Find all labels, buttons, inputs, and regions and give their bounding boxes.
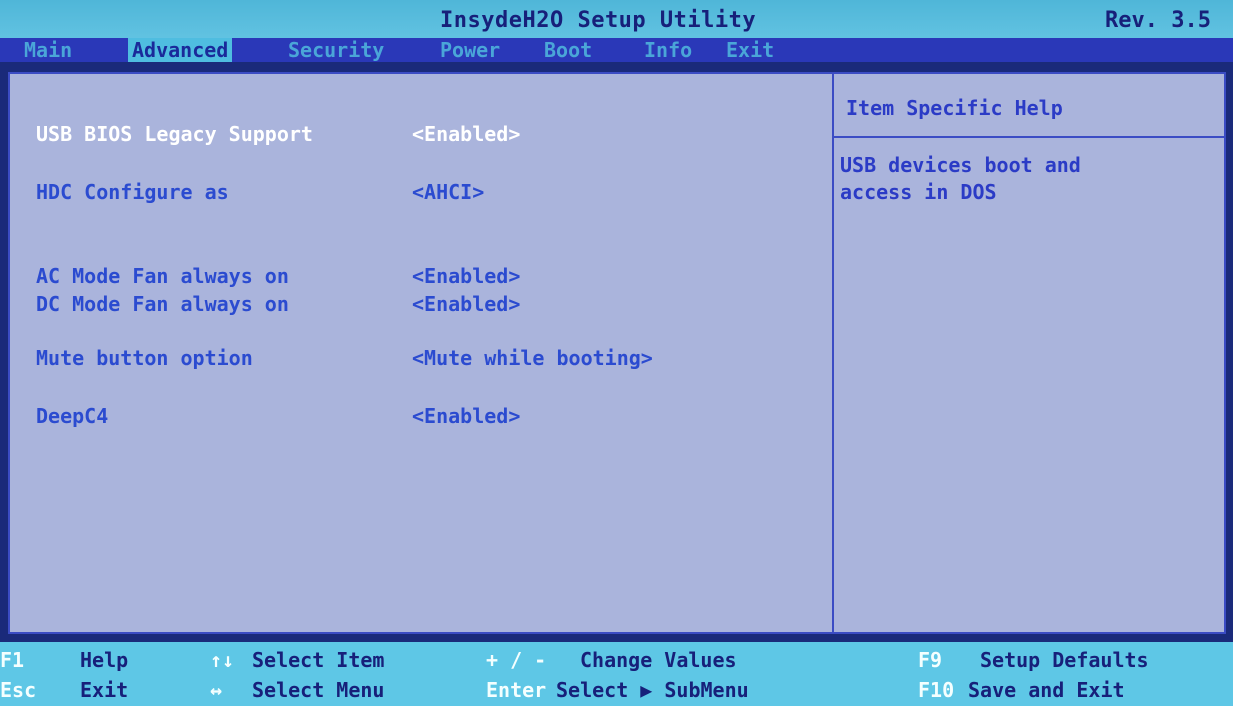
help-line: USB devices boot and <box>840 153 1081 177</box>
setting-value[interactable]: <AHCI> <box>412 180 484 204</box>
setting-dc-mode-fan[interactable]: DC Mode Fan always on <Enabled> <box>36 292 816 320</box>
enter-desc: Select ▶ SubMenu <box>556 678 749 702</box>
f1-key: F1 <box>0 648 25 672</box>
setting-ac-mode-fan[interactable]: AC Mode Fan always on <Enabled> <box>36 264 816 292</box>
setting-value[interactable]: <Enabled> <box>412 292 520 316</box>
tab-power[interactable]: Power <box>436 38 504 62</box>
tab-boot[interactable]: Boot <box>540 38 596 62</box>
tab-main[interactable]: Main <box>20 38 76 62</box>
app-title: InsydeH2O Setup Utility <box>440 8 757 33</box>
enter-key: Enter <box>486 678 547 702</box>
f9-desc: Setup Defaults <box>980 648 1149 672</box>
updown-arrows-icon: ↑↓ <box>210 648 235 672</box>
setting-label: USB BIOS Legacy Support <box>36 122 313 146</box>
f1-desc: Help <box>80 648 129 672</box>
setting-label: AC Mode Fan always on <box>36 264 289 288</box>
f9-key: F9 <box>918 648 943 672</box>
revision-label: Rev. 3.5 <box>1105 8 1211 33</box>
plusminus-desc: Change Values <box>580 648 737 672</box>
settings-list: USB BIOS Legacy Support <Enabled> HDC Co… <box>10 74 834 632</box>
esc-key: Esc <box>0 678 37 702</box>
leftright-desc: Select Menu <box>252 678 385 702</box>
f10-desc: Save and Exit <box>968 678 1125 702</box>
setting-value[interactable]: <Mute while booting> <box>412 346 653 370</box>
setting-label: Mute button option <box>36 346 253 370</box>
help-title: Item Specific Help <box>846 96 1063 120</box>
tab-info[interactable]: Info <box>640 38 696 62</box>
title-bar: InsydeH2O Setup Utility Rev. 3.5 <box>0 0 1233 40</box>
help-line: access in DOS <box>840 180 997 204</box>
setting-value[interactable]: <Enabled> <box>412 264 520 288</box>
help-header: Item Specific Help <box>834 74 1224 138</box>
f10-key: F10 <box>918 678 955 702</box>
setting-value[interactable]: <Enabled> <box>412 122 520 146</box>
settings-panel: USB BIOS Legacy Support <Enabled> HDC Co… <box>8 72 1226 634</box>
setting-value[interactable]: <Enabled> <box>412 404 520 428</box>
tab-security[interactable]: Security <box>284 38 388 62</box>
key-legend-footer: F1 Help Esc Exit ↑↓ Select Item ↔ Select… <box>0 642 1233 706</box>
tab-exit[interactable]: Exit <box>722 38 778 62</box>
setting-mute-button-option[interactable]: Mute button option <Mute while booting> <box>36 346 816 374</box>
setting-label: HDC Configure as <box>36 180 229 204</box>
setting-hdc-configure-as[interactable]: HDC Configure as <AHCI> <box>36 180 816 208</box>
setting-label: DC Mode Fan always on <box>36 292 289 316</box>
esc-desc: Exit <box>80 678 129 702</box>
updown-desc: Select Item <box>252 648 385 672</box>
leftright-arrows-icon: ↔ <box>210 678 223 702</box>
help-text: USB devices boot and access in DOS <box>840 152 1210 206</box>
menu-bar: Main Advanced Security Power Boot Info E… <box>0 38 1233 62</box>
plusminus-key: + / - <box>486 648 547 672</box>
tab-advanced[interactable]: Advanced <box>128 38 233 62</box>
setting-usb-bios-legacy-support[interactable]: USB BIOS Legacy Support <Enabled> <box>36 122 816 150</box>
setting-deepc4[interactable]: DeepC4 <Enabled> <box>36 404 816 432</box>
setting-label: DeepC4 <box>36 404 109 428</box>
